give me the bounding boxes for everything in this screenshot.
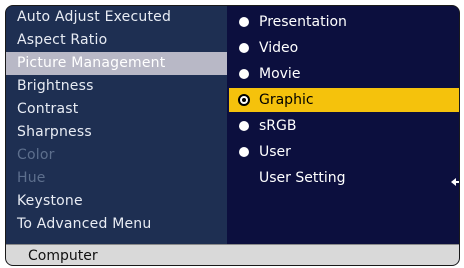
radio-dot-icon: [239, 121, 249, 131]
option-presentation[interactable]: Presentation: [229, 10, 459, 34]
menu-item-advanced-menu[interactable]: To Advanced Menu: [6, 213, 227, 236]
option-label: Video: [259, 40, 299, 56]
menu-item-brightness[interactable]: Brightness: [6, 75, 227, 98]
radio-dot-icon: [239, 43, 249, 53]
option-user[interactable]: User: [229, 140, 459, 164]
option-graphic[interactable]: Graphic: [229, 88, 459, 112]
menu-item-keystone[interactable]: Keystone: [6, 190, 227, 213]
radio-dot-icon: [239, 17, 249, 27]
projector-osd-menu: Auto Adjust Executed Aspect Ratio Pictur…: [5, 5, 460, 266]
option-label: Graphic: [259, 92, 314, 108]
menu-item-aspect-ratio[interactable]: Aspect Ratio: [6, 29, 227, 52]
menu-item-hue: Hue: [17, 170, 46, 186]
option-label: User: [259, 144, 291, 160]
radio-selected-icon: [238, 94, 250, 106]
menu-item-auto-adjust[interactable]: Auto Adjust Executed: [6, 6, 227, 29]
radio-dot-icon: [239, 147, 249, 157]
menu-item-sharpness[interactable]: Sharpness: [6, 121, 227, 144]
picture-management-panel: Presentation Video Movie Graphic sRGB Us…: [227, 6, 459, 244]
menu-item-contrast[interactable]: Contrast: [6, 98, 227, 121]
option-label: Presentation: [259, 14, 347, 30]
source-status-bar: Computer: [6, 244, 459, 265]
main-menu: Auto Adjust Executed Aspect Ratio Pictur…: [6, 6, 227, 244]
option-video[interactable]: Video: [229, 36, 459, 60]
option-srgb[interactable]: sRGB: [229, 114, 459, 138]
menu-item-picture-management[interactable]: Picture Management: [6, 52, 227, 75]
enter-return-icon: [451, 178, 459, 186]
option-movie[interactable]: Movie: [229, 62, 459, 86]
user-setting-item[interactable]: User Setting: [259, 166, 459, 190]
option-label: sRGB: [259, 118, 297, 134]
option-label: Movie: [259, 66, 301, 82]
input-source-label: Computer: [28, 248, 98, 264]
radio-dot-icon: [239, 69, 249, 79]
menu-item-color: Color: [17, 147, 55, 163]
